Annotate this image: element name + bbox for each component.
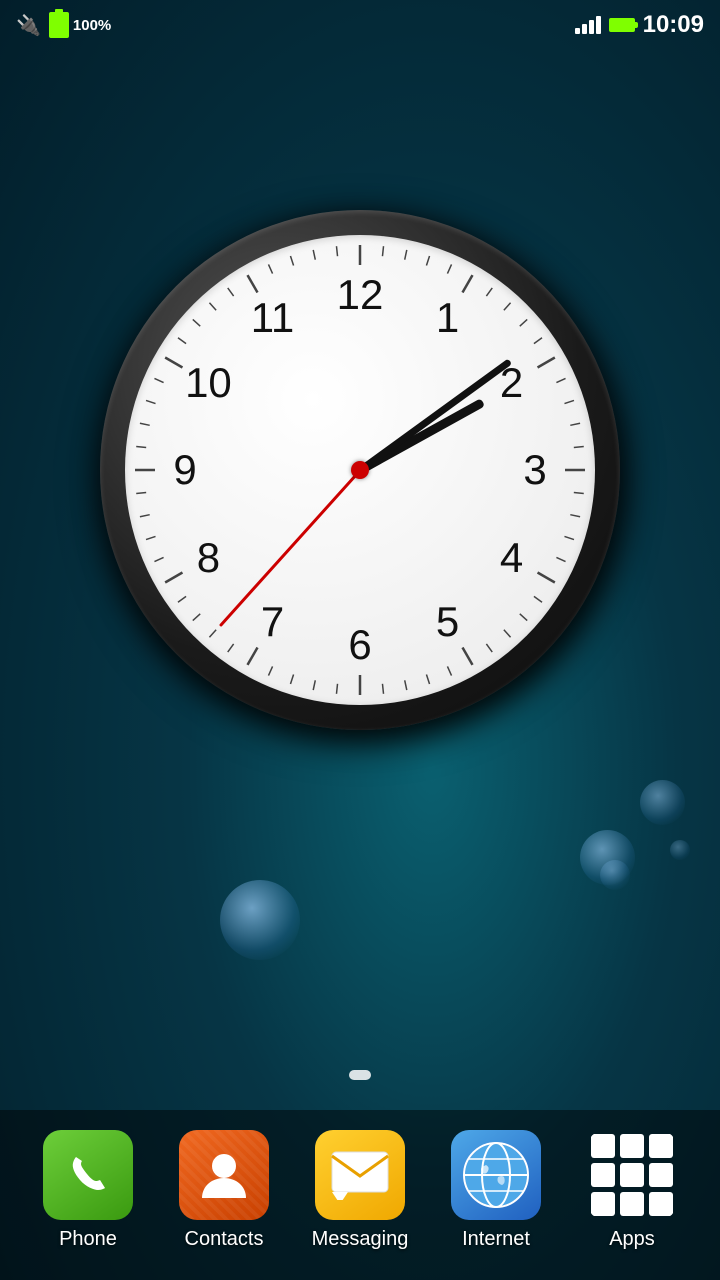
signal-bar-2 — [582, 24, 587, 34]
page-dot-active — [349, 1070, 371, 1080]
internet-icon — [451, 1130, 541, 1220]
status-time: 10:09 — [643, 11, 704, 39]
hour-num-8: 8 — [197, 534, 220, 582]
clock-face: 121234567891011 — [125, 235, 595, 705]
phone-icon — [43, 1130, 133, 1220]
dock-item-internet[interactable]: Internet — [436, 1130, 556, 1251]
page-indicator — [349, 1070, 371, 1080]
apps-dot-8 — [620, 1192, 644, 1216]
signal-bar-4 — [596, 16, 601, 34]
apps-dot-7 — [591, 1192, 615, 1216]
apps-dot-6 — [649, 1163, 673, 1187]
internet-svg — [460, 1139, 532, 1211]
hour-num-3: 3 — [523, 446, 546, 494]
battery-icon — [609, 18, 635, 32]
signal-bars — [575, 16, 601, 34]
hour-num-6: 6 — [348, 621, 371, 669]
hour-num-1: 1 — [436, 294, 459, 342]
apps-icon — [587, 1130, 677, 1220]
battery-small-container: 100% — [49, 12, 111, 38]
apps-dot-9 — [649, 1192, 673, 1216]
hour-num-12: 12 — [337, 271, 384, 319]
dock-item-apps[interactable]: Apps — [572, 1130, 692, 1251]
bokeh-2 — [580, 830, 635, 885]
messaging-svg — [330, 1150, 390, 1200]
apps-dot-2 — [620, 1134, 644, 1158]
dock-item-contacts[interactable]: Contacts — [164, 1130, 284, 1251]
apps-label: Apps — [609, 1228, 655, 1251]
contacts-label: Contacts — [185, 1228, 264, 1251]
signal-bar-1 — [575, 28, 580, 34]
hour-num-10: 10 — [185, 359, 232, 407]
dock-item-messaging[interactable]: Messaging — [300, 1130, 420, 1251]
apps-dot-3 — [649, 1134, 673, 1158]
clock-outer-ring: 121234567891011 — [100, 210, 620, 730]
messaging-label: Messaging — [312, 1228, 409, 1251]
battery-small-icon — [49, 12, 69, 38]
homescreen: 🔌 100% 10:09 — [0, 0, 720, 1280]
usb-icon: 🔌 — [16, 13, 41, 38]
status-bar: 🔌 100% 10:09 — [0, 0, 720, 50]
apps-dot-5 — [620, 1163, 644, 1187]
bokeh-3 — [640, 780, 685, 825]
hour-num-7: 7 — [261, 598, 284, 646]
dock-item-phone[interactable]: Phone — [28, 1130, 148, 1251]
status-right: 10:09 — [575, 11, 704, 39]
apps-grid — [591, 1134, 673, 1216]
messaging-icon — [315, 1130, 405, 1220]
phone-svg — [62, 1149, 114, 1201]
clock-center-dot — [351, 461, 369, 479]
bokeh-4 — [600, 860, 630, 890]
contacts-icon — [179, 1130, 269, 1220]
hour-num-11: 11 — [251, 294, 295, 342]
signal-bar-3 — [589, 20, 594, 34]
apps-dot-4 — [591, 1163, 615, 1187]
hour-num-9: 9 — [173, 446, 196, 494]
clock-widget[interactable]: 121234567891011 — [85, 140, 635, 800]
bokeh-5 — [670, 840, 690, 860]
hour-num-5: 5 — [436, 598, 459, 646]
hour-num-4: 4 — [500, 534, 523, 582]
battery-percent: 100% — [73, 17, 111, 34]
app-dock: Phone Contacts Messaging — [0, 1110, 720, 1280]
internet-label: Internet — [462, 1228, 530, 1251]
phone-label: Phone — [59, 1228, 117, 1251]
apps-dot-1 — [591, 1134, 615, 1158]
bokeh-1 — [220, 880, 300, 960]
status-left: 🔌 100% — [16, 12, 111, 38]
contacts-svg — [198, 1146, 250, 1204]
